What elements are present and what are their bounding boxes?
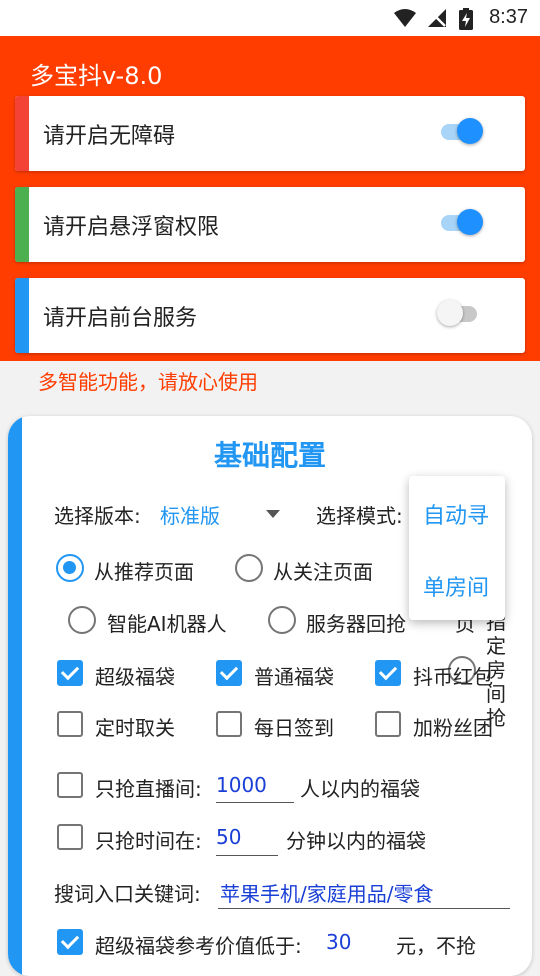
value-filter-input[interactable]: 30 (326, 930, 351, 954)
super-bag-label: 超级福袋 (95, 665, 175, 689)
keyword-underline (218, 908, 510, 909)
live-filter-input[interactable]: 1000 (216, 773, 267, 797)
join-fan-group-label: 加粉丝团 (413, 716, 493, 740)
accessibility-toggle[interactable] (441, 118, 483, 144)
accent-bar (15, 187, 29, 262)
battery-charging-icon (459, 8, 473, 30)
value-filter-suffix: 元，不抢 (396, 934, 476, 958)
checkbox-auto-unfollow[interactable] (57, 711, 83, 737)
permission-card-overlay[interactable]: 请开启悬浮窗权限 (15, 187, 525, 262)
accent-bar (15, 96, 29, 171)
overlay-toggle[interactable] (441, 209, 483, 235)
checkbox-time-filter[interactable] (57, 824, 83, 850)
status-time: 8:37 (489, 6, 528, 28)
permission-card-foreground-service[interactable]: 请开启前台服务 (15, 278, 525, 353)
keyword-label: 搜词入口关键词: (54, 882, 201, 906)
radio-recommend-label: 从推荐页面 (94, 560, 194, 584)
foreground-service-toggle[interactable] (437, 300, 477, 326)
radio-ai-bot-label: 智能AI机器人 (107, 612, 227, 636)
checkbox-value-filter[interactable] (57, 929, 83, 955)
checkbox-normal-bag[interactable] (216, 660, 242, 686)
radio-server[interactable] (268, 606, 296, 634)
permission-label: 请开启悬浮窗权限 (43, 215, 220, 240)
mode-dropdown-menu: 自动寻 单房间 (409, 476, 505, 620)
value-filter-prefix: 超级福袋参考价值低于: (95, 934, 302, 958)
toggle-knob (457, 209, 483, 235)
version-select[interactable]: 标准版 (158, 496, 290, 530)
time-filter-prefix: 只抢时间在: (95, 829, 202, 853)
permission-label: 请开启无障碍 (43, 124, 176, 149)
toggle-knob (457, 118, 483, 144)
radio-server-label: 服务器回抢 (306, 612, 406, 636)
version-value: 标准版 (160, 504, 220, 528)
mode-label: 选择模式: (316, 504, 403, 528)
permission-card-accessibility[interactable]: 请开启无障碍 (15, 96, 525, 171)
time-filter-underline (216, 855, 278, 856)
config-title: 基础配置 (213, 439, 326, 472)
dropdown-arrow-icon (266, 510, 280, 518)
checkbox-super-bag[interactable] (57, 660, 83, 686)
version-label: 选择版本: (54, 504, 141, 528)
auto-unfollow-label: 定时取关 (95, 716, 175, 740)
radio-following-label: 从关注页面 (273, 560, 373, 584)
toggle-knob (437, 300, 463, 326)
coin-redpacket-label: 抖币红包 (413, 665, 493, 689)
signal-muted-icon (428, 9, 446, 27)
accent-bar (8, 416, 22, 976)
accent-bar (15, 278, 29, 353)
mode-option-single-room[interactable]: 单房间 (423, 570, 489, 602)
checkbox-daily-signin[interactable] (216, 711, 242, 737)
status-bar: 8:37 (0, 0, 540, 36)
checkbox-join-fan-group[interactable] (375, 711, 401, 737)
radio-ai-bot[interactable] (68, 606, 96, 634)
checkbox-live-filter[interactable] (57, 772, 83, 798)
live-filter-suffix: 人以内的福袋 (300, 777, 420, 801)
permission-label: 请开启前台服务 (43, 306, 198, 331)
keyword-input[interactable]: 苹果手机/家庭用品/零食 (220, 878, 433, 907)
live-filter-prefix: 只抢直播间: (95, 777, 202, 801)
wifi-icon (394, 9, 416, 27)
app-title: 多宝抖v-8.0 (30, 62, 163, 90)
mode-option-auto[interactable]: 自动寻 (423, 498, 489, 530)
live-filter-underline (216, 802, 294, 803)
normal-bag-label: 普通福袋 (254, 665, 334, 689)
time-filter-input[interactable]: 50 (216, 825, 241, 849)
time-filter-suffix: 分钟以内的福袋 (286, 829, 426, 853)
checkbox-coin-redpacket[interactable] (375, 660, 401, 686)
radio-following[interactable] (235, 554, 263, 582)
notice-text: 多智能功能，请放心使用 (38, 370, 258, 394)
daily-signin-label: 每日签到 (254, 716, 334, 740)
radio-recommend[interactable] (56, 554, 84, 582)
